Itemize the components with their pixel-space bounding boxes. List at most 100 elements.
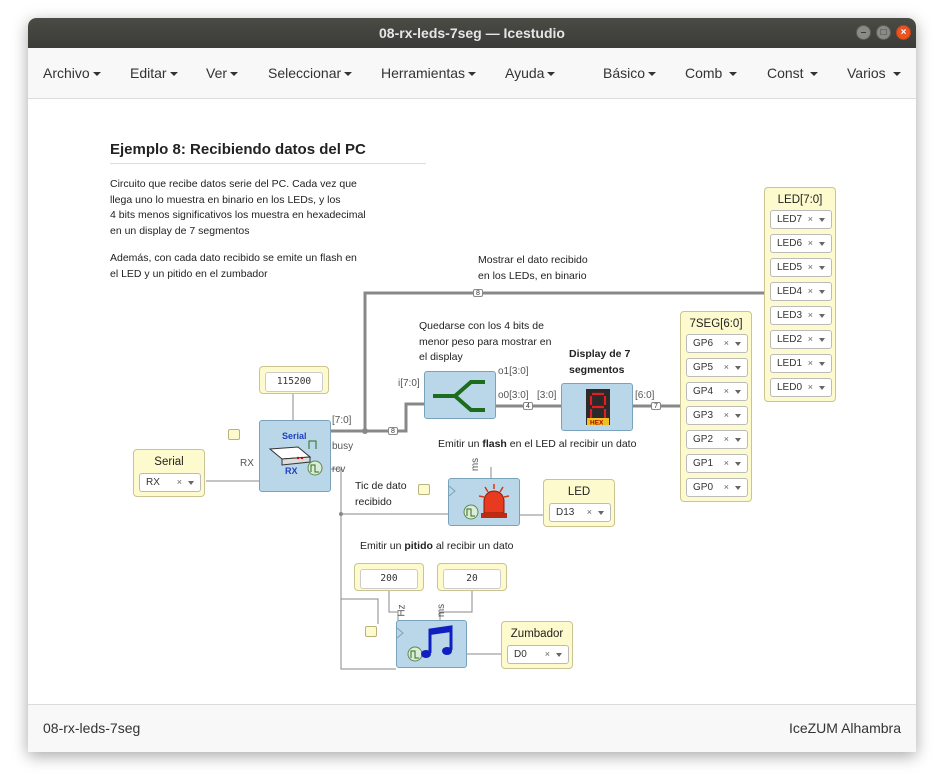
close-button[interactable]: × xyxy=(896,25,911,40)
menu-archivo[interactable]: Archivo xyxy=(43,65,101,81)
split-out0-label: o0[3:0] xyxy=(498,390,529,401)
pin-select[interactable]: GP3 × xyxy=(686,406,748,425)
buzzer-output-block[interactable]: Zumbador D0 × xyxy=(501,621,573,669)
minimize-button[interactable]: – xyxy=(856,25,871,40)
menu-ver[interactable]: Ver xyxy=(206,65,239,81)
menu-comb[interactable]: Comb xyxy=(685,65,738,81)
pin-select[interactable]: GP6 × xyxy=(686,334,748,353)
clear-icon[interactable]: × xyxy=(808,379,813,396)
dropdown-icon xyxy=(598,511,604,515)
menu-herramientas[interactable]: Herramientas xyxy=(381,65,477,81)
clear-icon[interactable]: × xyxy=(177,474,182,491)
split-in-label: i[7:0] xyxy=(398,378,420,389)
pin-select[interactable]: GP0 × xyxy=(686,478,748,497)
menu-varios[interactable]: Varios xyxy=(847,65,901,81)
bus-split-block[interactable] xyxy=(424,371,496,419)
note-display: Display de 7 segmentos xyxy=(569,348,631,376)
pin-select[interactable]: GP1 × xyxy=(686,454,748,473)
leds-output-block[interactable]: LED[7:0] LED7 × LED6 × LED5 × LED4 × LED3 × LED2 × L… xyxy=(764,187,836,402)
dropdown-icon xyxy=(735,486,741,490)
clk-input[interactable] xyxy=(228,429,240,440)
led-pin-select[interactable]: D13 × xyxy=(549,503,611,522)
clear-icon[interactable]: × xyxy=(808,331,813,348)
flash-block[interactable] xyxy=(448,478,520,526)
serial-rx-icon: Serial RX xyxy=(268,431,323,476)
serial-pin-select[interactable]: RX × xyxy=(139,473,201,492)
clear-icon[interactable]: × xyxy=(724,359,729,376)
baud-value[interactable]: 115200 xyxy=(265,372,323,392)
bus-label-leds: 8 xyxy=(473,289,483,297)
pin-select[interactable]: GP5 × xyxy=(686,358,748,377)
clear-icon[interactable]: × xyxy=(587,504,592,521)
clear-icon[interactable]: × xyxy=(724,383,729,400)
clear-icon[interactable]: × xyxy=(808,283,813,300)
led-output-block[interactable]: LED D13 × xyxy=(543,479,615,527)
hex-label: HEX xyxy=(590,420,604,427)
intro2-text: Además, con cada dato recibido se emite … xyxy=(110,252,357,280)
dropdown-icon xyxy=(735,462,741,466)
pin-select[interactable]: LED2 × xyxy=(770,330,832,349)
pin-select[interactable]: LED4 × xyxy=(770,282,832,301)
dropdown-icon xyxy=(735,342,741,346)
clear-icon[interactable]: × xyxy=(808,259,813,276)
title-bar[interactable]: 08-rx-leds-7seg — Icestudio – □ × xyxy=(28,18,916,48)
dropdown-icon xyxy=(819,314,825,318)
pin-select[interactable]: GP2 × xyxy=(686,430,748,449)
window-title: 08-rx-leds-7seg — Icestudio xyxy=(379,25,565,41)
pin-select[interactable]: LED6 × xyxy=(770,234,832,253)
note-split: Quedarse con los 4 bits de menor peso pa… xyxy=(419,320,552,363)
baud-constant[interactable]: 115200 xyxy=(259,366,329,394)
menu-seleccionar[interactable]: Seleccionar xyxy=(268,65,353,81)
dropdown-icon xyxy=(735,438,741,442)
hz-constant[interactable]: 200 xyxy=(354,563,424,591)
board-name[interactable]: IceZUM Alhambra xyxy=(789,720,901,736)
pin-select[interactable]: LED5 × xyxy=(770,258,832,277)
buzzer-output-label: Zumbador xyxy=(510,628,564,640)
clear-icon[interactable]: × xyxy=(808,307,813,324)
menu-ayuda[interactable]: Ayuda xyxy=(505,65,556,81)
design-canvas[interactable]: Ejemplo 8: Recibiendo datos del PC Circu… xyxy=(28,99,916,704)
pin-select[interactable]: LED7 × xyxy=(770,210,832,229)
clear-icon[interactable]: × xyxy=(808,355,813,372)
buzzer-pin-select[interactable]: D0 × xyxy=(507,645,569,664)
split-out1-label: o1[3:0] xyxy=(498,366,529,377)
serial-block-title: Serial xyxy=(282,431,307,441)
pin-select[interactable]: LED0 × xyxy=(770,378,832,397)
dropdown-icon xyxy=(819,362,825,366)
menu-const[interactable]: Const xyxy=(767,65,819,81)
clear-icon[interactable]: × xyxy=(545,646,550,663)
clear-icon[interactable]: × xyxy=(808,235,813,252)
clear-icon[interactable]: × xyxy=(724,455,729,472)
dropdown-icon xyxy=(819,386,825,390)
ms-constant[interactable]: 20 xyxy=(437,563,507,591)
beep-clk-input[interactable] xyxy=(365,626,377,637)
menu-basico[interactable]: Básico xyxy=(603,65,657,81)
clear-icon[interactable]: × xyxy=(724,431,729,448)
caret-icon xyxy=(468,72,477,77)
pin-select[interactable]: LED3 × xyxy=(770,306,832,325)
beep-block[interactable] xyxy=(396,620,467,668)
pin-select[interactable]: LED1 × xyxy=(770,354,832,373)
wire-rcv-beep xyxy=(341,598,379,624)
hz-value[interactable]: 200 xyxy=(360,569,418,589)
clear-icon[interactable]: × xyxy=(808,211,813,228)
pin-select[interactable]: GP4 × xyxy=(686,382,748,401)
beep-ms-label: ms xyxy=(436,603,448,618)
clear-icon[interactable]: × xyxy=(724,335,729,352)
serial-input-block[interactable]: Serial RX × xyxy=(133,449,205,497)
clear-icon[interactable]: × xyxy=(724,407,729,424)
flash-clk-input[interactable] xyxy=(418,484,430,495)
serial-busy-port-label: busy xyxy=(332,441,354,452)
bus-label-seg-out: 7 xyxy=(651,402,661,410)
serial-rx-block[interactable]: Serial RX xyxy=(259,420,331,492)
caret-icon xyxy=(810,72,819,77)
caret-icon xyxy=(648,72,657,77)
clear-icon[interactable]: × xyxy=(724,479,729,496)
hex-display-block[interactable]: HEX xyxy=(561,383,633,431)
menu-editar[interactable]: Editar xyxy=(130,65,178,81)
maximize-button[interactable]: □ xyxy=(876,25,891,40)
dropdown-icon xyxy=(819,290,825,294)
seg-output-block[interactable]: 7SEG[6:0] GP6 × GP5 × GP4 × GP3 × GP2 × GP1 × GP0 × xyxy=(680,311,752,502)
split-icon xyxy=(433,380,485,412)
ms-value[interactable]: 20 xyxy=(443,569,501,589)
